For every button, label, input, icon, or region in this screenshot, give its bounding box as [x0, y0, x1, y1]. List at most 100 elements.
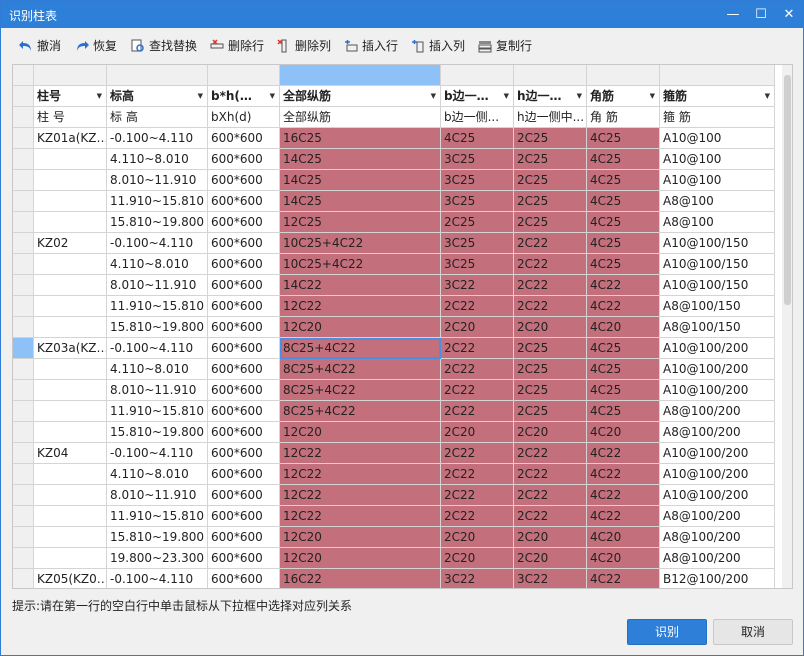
table-cell[interactable]: -0.100~4.110	[107, 569, 208, 588]
table-cell[interactable]: 12C20	[280, 422, 441, 443]
table-cell[interactable]: 2C25	[441, 212, 514, 233]
row-header-cell[interactable]	[13, 569, 34, 588]
table-cell[interactable]: 2C22	[441, 443, 514, 464]
table-cell[interactable]: 2C22	[514, 233, 587, 254]
table-cell[interactable]: 3C25	[441, 149, 514, 170]
table-cell[interactable]: 14C25	[280, 170, 441, 191]
table-cell[interactable]	[34, 506, 107, 527]
table-cell[interactable]: 4C25	[587, 401, 660, 422]
table-cell[interactable]: 3C22	[441, 275, 514, 296]
column-header-dropdown[interactable]: 角筋 ▼	[587, 86, 660, 107]
table-cell[interactable]: 16C22	[280, 569, 441, 588]
table-cell[interactable]: 15.810~19.800	[107, 527, 208, 548]
row-header-cell[interactable]	[13, 296, 34, 317]
row-header-cell[interactable]	[13, 506, 34, 527]
table-cell[interactable]: 4C25	[587, 380, 660, 401]
table-cell[interactable]: 2C22	[441, 380, 514, 401]
table-cell[interactable]: A10@100/200	[660, 380, 775, 401]
column-select-cell[interactable]	[514, 65, 587, 86]
column-select-cell[interactable]	[587, 65, 660, 86]
table-cell[interactable]: 4C22	[587, 569, 660, 588]
table-cell[interactable]: 600*600	[208, 254, 280, 275]
table-cell[interactable]: 4C22	[587, 485, 660, 506]
table-cell[interactable]: A8@100/200	[660, 527, 775, 548]
table-cell[interactable]: 3C25	[441, 191, 514, 212]
table-cell[interactable]: B12@100/200	[660, 569, 775, 588]
table-cell[interactable]	[34, 380, 107, 401]
column-select-cell[interactable]	[441, 65, 514, 86]
table-cell[interactable]: 2C22	[441, 401, 514, 422]
table-cell[interactable]: 15.810~19.800	[107, 212, 208, 233]
table-cell[interactable]: 14C25	[280, 149, 441, 170]
table-cell[interactable]: 2C22	[514, 443, 587, 464]
table-cell[interactable]: 8C25+4C22	[280, 359, 441, 380]
table-cell[interactable]: 600*600	[208, 296, 280, 317]
table-cell[interactable]	[34, 296, 107, 317]
table-cell[interactable]: 12C22	[280, 296, 441, 317]
table-cell[interactable]: A8@100/200	[660, 401, 775, 422]
table-cell[interactable]: 12C20	[280, 317, 441, 338]
recognize-button[interactable]: 识别	[627, 619, 707, 645]
table-cell[interactable]: 4C20	[587, 317, 660, 338]
table-cell[interactable]: 4C25	[587, 191, 660, 212]
table-cell[interactable]: 4.110~8.010	[107, 464, 208, 485]
table-cell[interactable]: 4C25	[587, 128, 660, 149]
column-select-cell[interactable]	[280, 65, 441, 86]
subheader-cell[interactable]: 箍 筋	[660, 107, 775, 128]
table-cell[interactable]: 8.010~11.910	[107, 170, 208, 191]
table-cell[interactable]: 10C25+4C22	[280, 233, 441, 254]
table-cell[interactable]: 2C20	[441, 548, 514, 569]
table-cell[interactable]: 2C20	[514, 527, 587, 548]
table-cell[interactable]: 600*600	[208, 149, 280, 170]
table-cell[interactable]: 600*600	[208, 443, 280, 464]
table-cell[interactable]: 2C22	[441, 296, 514, 317]
table-cell[interactable]: 4.110~8.010	[107, 359, 208, 380]
table-cell[interactable]: A10@100/150	[660, 275, 775, 296]
table-cell[interactable]: 4C25	[587, 170, 660, 191]
row-header-cell[interactable]	[13, 401, 34, 422]
table-cell[interactable]: 4C25	[587, 233, 660, 254]
minimize-icon[interactable]: —	[719, 1, 747, 28]
row-header-cell[interactable]	[13, 191, 34, 212]
column-header-dropdown[interactable]: 全部纵筋 ▼	[280, 86, 441, 107]
row-header-cell[interactable]	[13, 254, 34, 275]
table-cell[interactable]: 2C22	[441, 359, 514, 380]
table-cell[interactable]: 8.010~11.910	[107, 275, 208, 296]
table-cell[interactable]: 2C25	[514, 338, 587, 359]
table-cell[interactable]: 600*600	[208, 170, 280, 191]
column-header-dropdown[interactable]: h边一… ▼	[514, 86, 587, 107]
table-cell[interactable]: 600*600	[208, 128, 280, 149]
table-cell[interactable]: 15.810~19.800	[107, 317, 208, 338]
scrollbar-thumb[interactable]	[784, 75, 791, 305]
column-header-dropdown[interactable]: 柱号 ▼	[34, 86, 107, 107]
row-header-cell[interactable]	[13, 233, 34, 254]
table-cell[interactable]: 4C25	[441, 128, 514, 149]
table-cell[interactable]: 2C25	[514, 191, 587, 212]
table-cell[interactable]: 11.910~15.810	[107, 401, 208, 422]
column-header-dropdown[interactable]: 箍筋 ▼	[660, 86, 775, 107]
table-cell[interactable]: 12C22	[280, 506, 441, 527]
table-cell[interactable]: 2C20	[514, 548, 587, 569]
table-cell[interactable]: 12C25	[280, 212, 441, 233]
table-cell[interactable]: A8@100/200	[660, 548, 775, 569]
subheader-cell[interactable]: 角 筋	[587, 107, 660, 128]
table-cell[interactable]: A10@100/200	[660, 359, 775, 380]
table-cell[interactable]: 8C25+4C22	[280, 380, 441, 401]
column-select-cell[interactable]	[34, 65, 107, 86]
table-cell[interactable]: 4C25	[587, 338, 660, 359]
table-cell[interactable]: 2C22	[514, 464, 587, 485]
table-cell[interactable]: A10@100/200	[660, 338, 775, 359]
row-header-cell[interactable]	[13, 170, 34, 191]
table-cell[interactable]	[34, 212, 107, 233]
table-cell[interactable]: 14C25	[280, 191, 441, 212]
table-cell[interactable]: A10@100	[660, 170, 775, 191]
table-cell[interactable]: A10@100/200	[660, 443, 775, 464]
table-cell[interactable]	[34, 401, 107, 422]
table-cell[interactable]: 2C20	[514, 317, 587, 338]
column-select-cell[interactable]	[208, 65, 280, 86]
table-cell[interactable]: 4C22	[587, 464, 660, 485]
table-cell[interactable]: 2C25	[514, 359, 587, 380]
table-cell[interactable]: 8.010~11.910	[107, 380, 208, 401]
column-header-dropdown[interactable]: b边一… ▼	[441, 86, 514, 107]
table-cell[interactable]: 600*600	[208, 212, 280, 233]
